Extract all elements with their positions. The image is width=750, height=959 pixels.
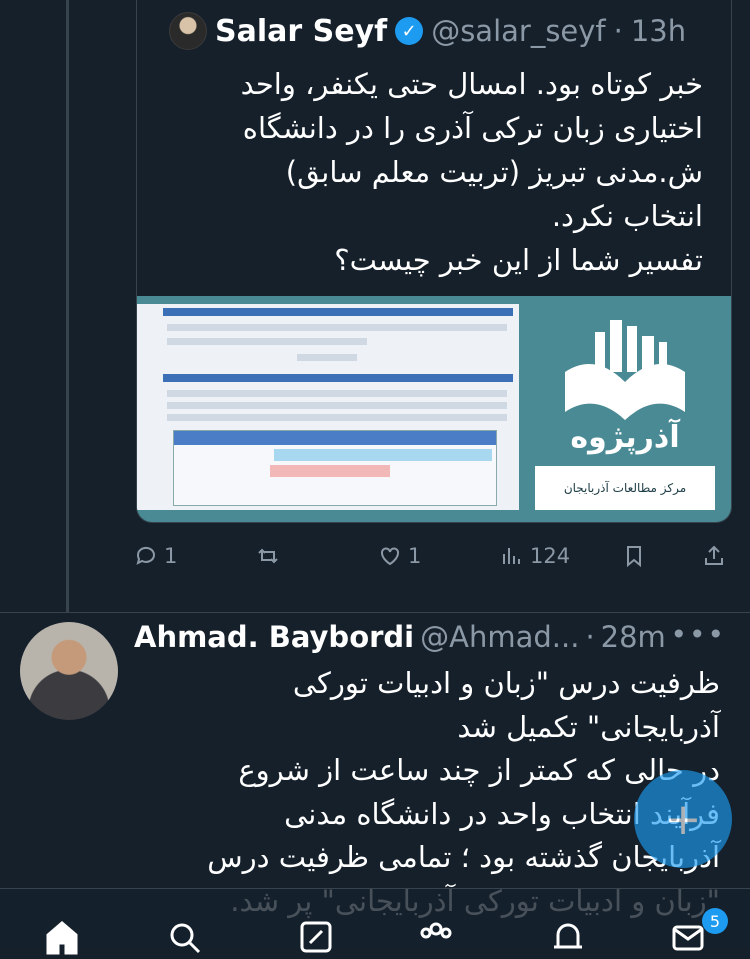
compose-icon[interactable] [298,919,334,955]
screenshot-row [167,338,367,345]
quoted-tweet-time[interactable]: 13h [631,14,686,48]
reply-tweet-text: ظرفیت درس "زبان و ادبیات تورکی آذربایجان… [207,666,720,918]
bookmark-icon [627,546,641,568]
reply-author-handle[interactable]: @Ahmad... [420,620,579,654]
bottom-navigation-bar [0,888,750,955]
screenshot-row [297,354,357,361]
compose-fab-button[interactable]: + [634,770,732,868]
tweet-divider [0,612,750,613]
share-button[interactable] [702,544,726,568]
notifications-icon[interactable] [550,919,586,955]
quoted-author-name[interactable]: Salar Seyf [215,14,387,49]
bookmark-button[interactable] [622,544,646,568]
book-city-logo-icon [565,320,685,420]
screenshot-bar [163,308,513,316]
screenshot-panel [173,430,497,506]
quoted-tweet-header: Salar Seyf ✓ @salar_seyf · 13h [169,12,686,50]
quoted-tweet-card[interactable]: Salar Seyf ✓ @salar_seyf · 13h خبر کوتاه… [136,0,732,523]
screenshot-panel-highlight [274,449,492,461]
views-chart-icon [503,548,520,564]
screenshot-row [167,414,507,421]
plus-icon: + [664,793,702,845]
verified-badge-icon: ✓ [395,17,424,45]
messages-badge: 5 [702,908,728,934]
heart-icon [381,547,399,566]
separator-dot: · [585,620,595,654]
reply-count: 1 [164,544,178,568]
logo-title: آذرپژوه [570,420,680,455]
messages-icon[interactable] [670,919,706,955]
quoted-tweet-image[interactable]: آذرپژوه مرکز مطالعات آذربایجان [137,296,731,522]
screenshot-panel-header [174,431,496,445]
share-icon [705,545,723,565]
communities-icon[interactable] [418,919,454,955]
reply-tweet-time[interactable]: 28m [601,620,666,654]
reply-icon [136,546,155,565]
screenshot-panel-capacity [270,465,390,477]
screenshot-bar [163,374,513,382]
home-icon[interactable] [44,919,80,955]
like-button[interactable]: 1 [378,544,421,568]
reply-button[interactable]: 1 [134,544,177,568]
thread-line [66,0,69,612]
tweet-actions: 1 1 124 [134,544,730,578]
search-icon[interactable] [166,919,202,955]
views-button[interactable]: 124 [500,544,570,568]
quoted-tweet-text: خبر کوتاه بود. امسال حتی یکنفر، واحد اخت… [240,67,703,277]
screenshot-thumbnail [137,304,519,510]
logo-subtitle: مرکز مطالعات آذربایجان [535,466,715,510]
reply-author-name[interactable]: Ahmad. Baybordi [134,620,414,654]
separator-dot: · [613,14,623,48]
more-options-icon[interactable]: ••• [670,618,726,651]
views-count: 124 [530,544,571,568]
screenshot-row [167,324,507,331]
reply-author-avatar[interactable] [20,622,118,720]
like-count: 1 [408,544,422,568]
reply-tweet-header: Ahmad. Baybordi @Ahmad... · 28m [134,620,666,654]
retweet-button[interactable] [256,544,286,568]
screenshot-row [167,390,507,397]
quoted-author-handle[interactable]: @salar_seyf [431,14,605,48]
screenshot-row [167,402,507,409]
retweet-icon [258,548,278,564]
quoted-author-avatar[interactable] [169,12,207,50]
azarpazhouh-logo: آذرپژوه مرکز مطالعات آذربایجان [519,296,731,522]
